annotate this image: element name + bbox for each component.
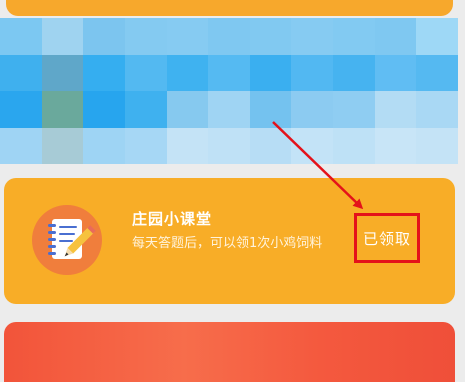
- banner-mosaic-tile: [0, 91, 42, 128]
- banner-mosaic-tile: [208, 18, 250, 55]
- banner-mosaic-tile: [124, 127, 167, 164]
- blurred-banner: [0, 18, 458, 164]
- banner-mosaic-tile: [166, 91, 209, 128]
- banner-mosaic-tile: [416, 18, 458, 55]
- banner-mosaic-tile: [83, 127, 125, 164]
- banner-mosaic-tile: [0, 54, 42, 91]
- banner-mosaic-tile: [208, 91, 250, 128]
- banner-mosaic-tile: [249, 91, 292, 128]
- banner-mosaic-tile: [83, 18, 125, 55]
- banner-mosaic-tile: [249, 127, 292, 164]
- banner-mosaic-tile: [374, 127, 417, 164]
- farm-class-task-card: 庄园小课堂 每天答题后，可以领1次小鸡饲料 已领取: [4, 178, 455, 304]
- banner-mosaic-tile: [0, 18, 42, 55]
- banner-mosaic-tile: [416, 91, 458, 128]
- banner-mosaic-tile: [374, 18, 417, 55]
- next-card: [4, 322, 455, 382]
- banner-mosaic-tile: [416, 127, 458, 164]
- banner-mosaic-tile: [166, 127, 209, 164]
- banner-mosaic-tile: [41, 54, 84, 91]
- banner-mosaic-tile: [208, 54, 250, 91]
- banner-mosaic-tile: [124, 54, 167, 91]
- banner-mosaic-tile: [333, 18, 375, 55]
- banner-mosaic-tile: [83, 54, 125, 91]
- banner-mosaic-tile: [333, 91, 375, 128]
- banner-mosaic-tile: [333, 127, 375, 164]
- banner-mosaic-tile: [333, 54, 375, 91]
- previous-card: [6, 0, 453, 16]
- banner-mosaic-tile: [291, 127, 334, 164]
- notebook-pencil-icon: [32, 205, 102, 275]
- banner-mosaic-tile: [291, 18, 334, 55]
- banner-mosaic-tile: [0, 127, 42, 164]
- claimed-button[interactable]: 已领取: [354, 213, 420, 263]
- banner-mosaic-tile: [124, 18, 167, 55]
- banner-mosaic-tile: [374, 54, 417, 91]
- banner-mosaic-tile: [374, 91, 417, 128]
- banner-mosaic-tile: [249, 18, 292, 55]
- banner-mosaic-tile: [166, 18, 209, 55]
- banner-mosaic-tile: [83, 91, 125, 128]
- banner-mosaic-tile: [208, 127, 250, 164]
- banner-mosaic-tile: [291, 54, 334, 91]
- banner-mosaic-tile: [41, 127, 84, 164]
- banner-mosaic-tile: [41, 18, 84, 55]
- task-title: 庄园小课堂: [132, 210, 213, 228]
- task-description: 每天答题后，可以领1次小鸡饲料: [132, 236, 323, 251]
- banner-mosaic-tile: [291, 91, 334, 128]
- banner-mosaic-tile: [41, 91, 84, 128]
- banner-mosaic-tile: [166, 54, 209, 91]
- banner-mosaic-tile: [124, 91, 167, 128]
- banner-mosaic-tile: [249, 54, 292, 91]
- banner-mosaic-tile: [416, 54, 458, 91]
